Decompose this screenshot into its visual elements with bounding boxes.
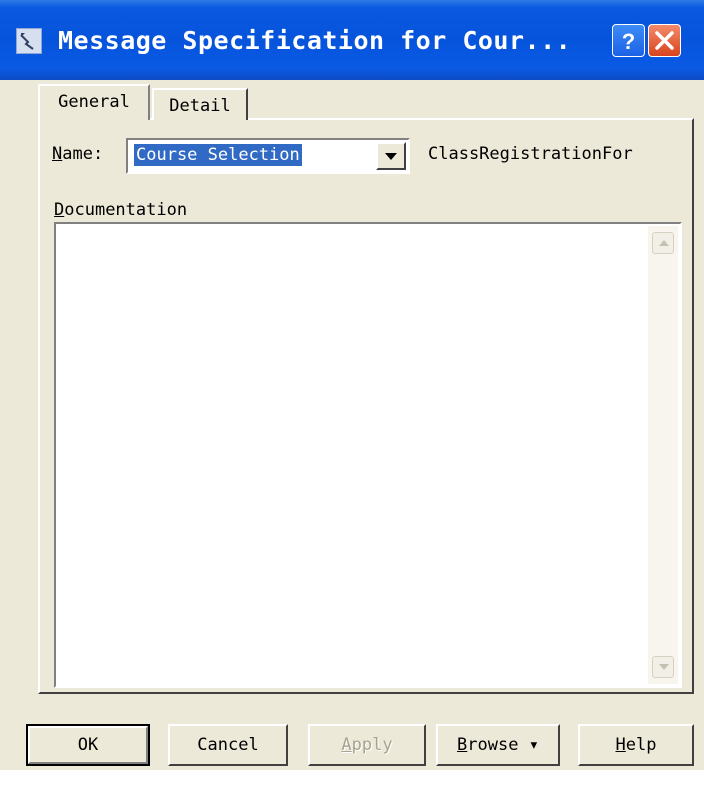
cancel-button[interactable]: Cancel — [168, 724, 288, 766]
browse-button[interactable]: Browse ▾ — [436, 724, 560, 766]
chevron-up-icon — [659, 240, 669, 246]
tab-detail[interactable]: Detail — [152, 88, 248, 120]
name-combobox[interactable]: Course Selection — [126, 138, 410, 174]
name-label: Name: — [52, 144, 104, 164]
name-value[interactable]: Course Selection — [134, 144, 302, 166]
name-dropdown-button[interactable] — [376, 142, 406, 170]
tab-general[interactable]: General — [38, 84, 150, 120]
ok-button[interactable]: OK — [26, 724, 150, 766]
chevron-down-icon — [385, 153, 397, 160]
window-title: Message Specification for Cour... — [58, 26, 572, 55]
scroll-down-button[interactable] — [652, 656, 674, 678]
close-icon — [655, 31, 674, 50]
app-icon — [16, 28, 42, 54]
apply-button[interactable]: Apply — [308, 724, 426, 766]
documentation-scrollbar[interactable] — [648, 226, 678, 684]
title-bar[interactable]: Message Specification for Cour... ? — [0, 0, 704, 80]
message-specification-window: Message Specification for Cour... ? Gene… — [0, 0, 704, 785]
help-button[interactable]: Help — [578, 724, 694, 766]
documentation-textarea[interactable] — [54, 222, 682, 688]
close-button[interactable] — [648, 24, 681, 57]
documentation-label: Documentation — [54, 200, 188, 220]
class-name-text: ClassRegistrationFor — [428, 144, 633, 164]
scroll-up-button[interactable] — [652, 232, 674, 254]
help-title-button[interactable]: ? — [612, 24, 645, 57]
question-icon: ? — [622, 29, 635, 54]
chevron-down-icon — [659, 664, 669, 670]
